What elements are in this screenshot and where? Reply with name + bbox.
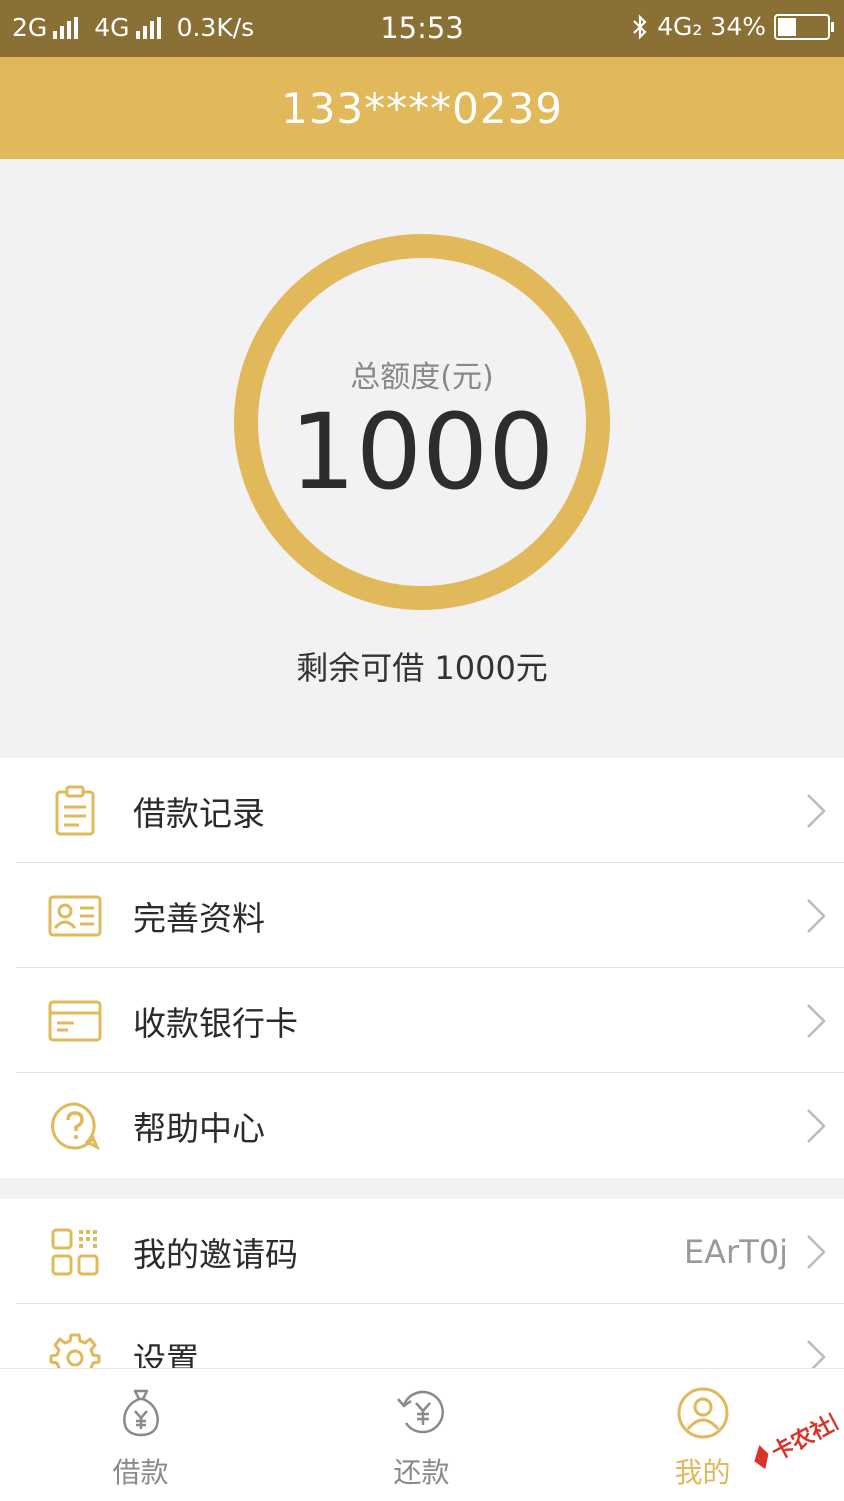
invite-code-value: EArT0j	[683, 1232, 788, 1271]
battery-icon	[774, 13, 834, 40]
menu-item-loan-records[interactable]: 借款记录	[0, 758, 844, 863]
chevron-right-icon	[807, 1234, 826, 1269]
credit-label: 总额度(元)	[350, 360, 494, 395]
help-icon	[46, 1097, 104, 1155]
menu-item-label: 我的邀请码	[133, 1234, 298, 1274]
chevron-right-icon	[807, 1108, 826, 1143]
bank-card-icon	[46, 992, 104, 1050]
chevron-right-icon	[807, 898, 826, 933]
battery-fill	[778, 17, 796, 36]
status-bar: 2G 4G 0.3K/s 15:53 4G₂ 34%	[0, 0, 844, 57]
menu-item-label: 借款记录	[133, 793, 265, 833]
chevron-right-icon	[807, 1003, 826, 1038]
tab-label: 借款	[112, 1456, 169, 1489]
menu-item-invite-code[interactable]: 我的邀请码 EArT0j	[0, 1199, 844, 1304]
menu-item-complete-profile[interactable]: 完善资料	[0, 863, 844, 968]
menu-item-bank-card[interactable]: 收款银行卡	[0, 968, 844, 1073]
credit-amount: 1000	[289, 391, 555, 513]
menu-item-help-center[interactable]: 帮助中心	[0, 1073, 844, 1178]
tab-repay[interactable]: 还款	[281, 1369, 562, 1501]
battery-percent: 34%	[710, 12, 766, 41]
remaining-credit: 剩余可借 1000元	[296, 649, 548, 687]
qr-code-icon	[46, 1223, 104, 1281]
phone-number: 133****0239	[280, 83, 564, 133]
menu-item-label: 完善资料	[133, 898, 265, 938]
chevron-right-icon	[807, 793, 826, 828]
money-bag-icon	[122, 1389, 159, 1437]
status-right: 4G₂ 34%	[631, 12, 834, 41]
tab-bar: 借款 还款 我的	[0, 1368, 844, 1501]
menu-item-label: 帮助中心	[133, 1108, 265, 1148]
header: 133****0239	[0, 57, 844, 159]
clipboard-icon	[46, 782, 104, 840]
id-card-icon	[46, 887, 104, 945]
bluetooth-icon	[633, 13, 647, 40]
tab-label: 还款	[393, 1456, 450, 1489]
menu-group-primary: 借款记录 完善资料 收款银行卡 帮助中心	[0, 758, 844, 1178]
repay-icon	[396, 1390, 444, 1434]
user-icon	[677, 1387, 728, 1439]
network-indicator: 4G₂	[657, 12, 703, 41]
tab-loan[interactable]: 借款	[0, 1369, 281, 1501]
menu-item-label: 收款银行卡	[133, 1003, 298, 1043]
